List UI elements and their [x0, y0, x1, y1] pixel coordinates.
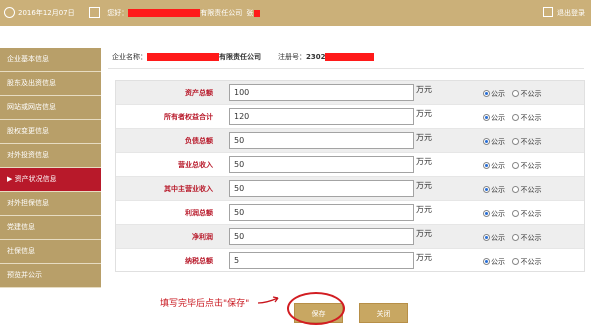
- owner-equity-input[interactable]: 120: [229, 108, 414, 125]
- radio-public[interactable]: [483, 233, 490, 241]
- sidebar-item-guarantee-info[interactable]: 对外担保信息: [0, 192, 101, 216]
- date-display: 2016年12月07日: [4, 5, 75, 21]
- redacted-text: [325, 53, 375, 61]
- field-label: 负债总额: [185, 137, 213, 145]
- sidebar-item-basic-info[interactable]: 企业基本信息: [0, 48, 101, 72]
- field-label: 净利润: [192, 233, 213, 241]
- total-liabilities-input[interactable]: 50: [229, 132, 414, 149]
- field-label: 其中主营业收入: [164, 185, 213, 193]
- save-highlight-circle: [287, 292, 345, 325]
- asset-table: 资产总额 100 万元 公示 不公示 所有者权益合计 120 万元 公示 不公示…: [115, 80, 585, 272]
- table-row: 所有者权益合计 120 万元 公示 不公示: [116, 105, 584, 129]
- redacted-text: [147, 53, 219, 61]
- radio-private[interactable]: [512, 257, 520, 265]
- radio-public[interactable]: [483, 89, 490, 97]
- radio-private[interactable]: [512, 233, 520, 241]
- visibility-radio-group: 公示 不公示: [483, 257, 541, 267]
- visibility-radio-group: 公示 不公示: [483, 113, 541, 123]
- save-hint: 填写完毕后点击"保存": [160, 299, 250, 309]
- radio-private[interactable]: [512, 185, 520, 193]
- user-info: 您好： 有限责任公司张: [89, 5, 261, 21]
- radio-private[interactable]: [512, 89, 520, 97]
- user-card-icon: [89, 6, 100, 18]
- field-label: 营业总收入: [178, 161, 213, 169]
- radio-public[interactable]: [483, 257, 490, 265]
- logout-icon: [543, 7, 553, 17]
- total-tax-input[interactable]: 5: [229, 252, 414, 269]
- unit-label: 万元: [416, 133, 432, 142]
- sidebar-item-party-info[interactable]: 党建信息: [0, 216, 101, 240]
- visibility-radio-group: 公示 不公示: [483, 185, 541, 195]
- close-button[interactable]: 关闭: [359, 303, 408, 323]
- radio-public[interactable]: [483, 113, 490, 121]
- radio-public[interactable]: [483, 137, 490, 145]
- unit-label: 万元: [416, 229, 432, 238]
- field-label: 所有者权益合计: [164, 113, 213, 121]
- table-row: 利润总额 50 万元 公示 不公示: [116, 201, 584, 225]
- sidebar: 企业基本信息 股东及出资信息 网站或网店信息 股权变更信息 对外投资信息 ▶ 资…: [0, 48, 101, 288]
- field-label: 纳税总额: [185, 257, 213, 265]
- divider: [108, 68, 584, 69]
- sidebar-item-social-security[interactable]: 社保信息: [0, 240, 101, 264]
- visibility-radio-group: 公示 不公示: [483, 161, 541, 171]
- radio-private[interactable]: [512, 113, 520, 121]
- table-row: 净利润 50 万元 公示 不公示: [116, 225, 584, 249]
- radio-private[interactable]: [512, 137, 520, 145]
- sidebar-item-external-investment[interactable]: 对外投资信息: [0, 144, 101, 168]
- redacted-text: [254, 9, 261, 17]
- sidebar-item-asset-status[interactable]: ▶ 资产状况信息: [0, 168, 101, 192]
- logout-link[interactable]: 退出登录: [543, 6, 585, 20]
- radio-private[interactable]: [512, 209, 520, 217]
- sidebar-item-equity-change[interactable]: 股权变更信息: [0, 120, 101, 144]
- company-name: 企业名称： 有限责任公司: [112, 53, 261, 61]
- net-profit-input[interactable]: 50: [229, 228, 414, 245]
- unit-label: 万元: [416, 157, 432, 166]
- visibility-radio-group: 公示 不公示: [483, 233, 541, 243]
- sidebar-item-website-info[interactable]: 网站或网店信息: [0, 96, 101, 120]
- radio-public[interactable]: [483, 209, 490, 217]
- visibility-radio-group: 公示 不公示: [483, 209, 541, 219]
- redacted-text: [128, 9, 201, 17]
- table-row: 纳税总额 5 万元 公示 不公示: [116, 249, 584, 273]
- clock-icon: [4, 6, 15, 18]
- table-row: 其中主营业收入 50 万元 公示 不公示: [116, 177, 584, 201]
- total-assets-input[interactable]: 100: [229, 84, 414, 101]
- unit-label: 万元: [416, 253, 432, 262]
- total-profit-input[interactable]: 50: [229, 204, 414, 221]
- visibility-radio-group: 公示 不公示: [483, 89, 541, 99]
- sidebar-item-preview-publish[interactable]: 预览并公示: [0, 264, 101, 288]
- radio-private[interactable]: [512, 161, 520, 169]
- sidebar-item-shareholder-info[interactable]: 股东及出资信息: [0, 72, 101, 96]
- main-business-revenue-input[interactable]: 50: [229, 180, 414, 197]
- hint-arrow-icon: [257, 296, 279, 304]
- table-row: 负债总额 50 万元 公示 不公示: [116, 129, 584, 153]
- total-revenue-input[interactable]: 50: [229, 156, 414, 173]
- table-row: 营业总收入 50 万元 公示 不公示: [116, 153, 584, 177]
- radio-public[interactable]: [483, 185, 490, 193]
- radio-public[interactable]: [483, 161, 490, 169]
- unit-label: 万元: [416, 181, 432, 190]
- field-label: 资产总额: [185, 89, 213, 97]
- field-label: 利润总额: [185, 209, 213, 217]
- registration-number: 注册号：2302: [278, 51, 375, 63]
- unit-label: 万元: [416, 85, 432, 94]
- top-bar: 2016年12月07日 您好： 有限责任公司张 退出登录: [0, 0, 591, 26]
- visibility-radio-group: 公示 不公示: [483, 137, 541, 147]
- table-row: 资产总额 100 万元 公示 不公示: [116, 81, 584, 105]
- unit-label: 万元: [416, 205, 432, 214]
- unit-label: 万元: [416, 109, 432, 118]
